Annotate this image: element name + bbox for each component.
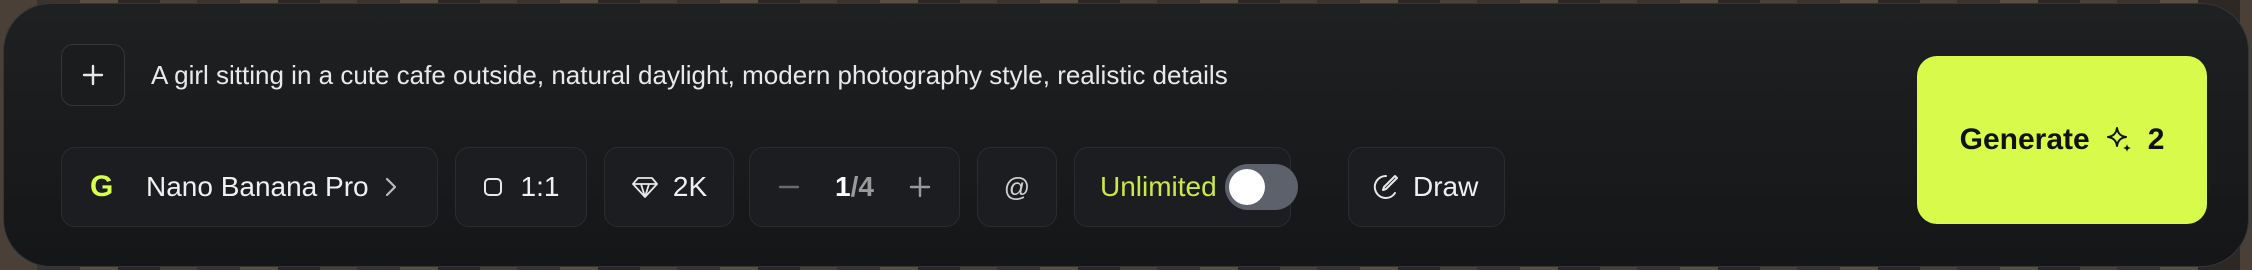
- generate-label: Generate: [1959, 123, 2090, 156]
- square-icon: [483, 177, 503, 197]
- aspect-ratio-label: 1:1: [520, 171, 560, 202]
- plus-button[interactable]: [907, 174, 933, 200]
- diamond-icon: [631, 175, 659, 199]
- aspect-ratio-selector[interactable]: 1:1: [455, 147, 587, 227]
- draw-label: Draw: [1413, 171, 1479, 202]
- unlimited-toggle[interactable]: [1224, 164, 1298, 210]
- model-selector[interactable]: G Nano Banana Pro: [61, 147, 438, 227]
- generate-button[interactable]: Generate 2: [1917, 56, 2207, 224]
- image-count-stepper: 1/4: [749, 147, 960, 227]
- add-attachment-button[interactable]: [61, 44, 125, 106]
- resolution-label: 2K: [672, 171, 708, 202]
- draw-button[interactable]: Draw: [1348, 147, 1505, 227]
- prompt-input[interactable]: A girl sitting in a cute cafe outside, n…: [151, 57, 1851, 93]
- brush-icon: [1371, 172, 1401, 202]
- model-logo-icon: G: [90, 170, 114, 203]
- resolution-selector[interactable]: 2K: [604, 147, 734, 227]
- generate-cost: 2: [2147, 123, 2165, 156]
- model-label: Nano Banana Pro: [146, 171, 369, 202]
- prompt-bar: A girl sitting in a cute cafe outside, n…: [3, 3, 2249, 267]
- minus-button[interactable]: [776, 174, 802, 200]
- mention-button[interactable]: @: [977, 147, 1057, 227]
- unlimited-label: Unlimited: [1100, 171, 1217, 202]
- image-count-value: 1/4: [835, 171, 874, 202]
- chevron-right-icon: [383, 175, 399, 199]
- sparkle-icon: [2104, 125, 2134, 155]
- at-icon: @: [1003, 171, 1031, 202]
- plus-icon: [80, 62, 106, 88]
- unlimited-toggle-group: Unlimited: [1074, 147, 1298, 227]
- toggle-knob: [1228, 169, 1265, 205]
